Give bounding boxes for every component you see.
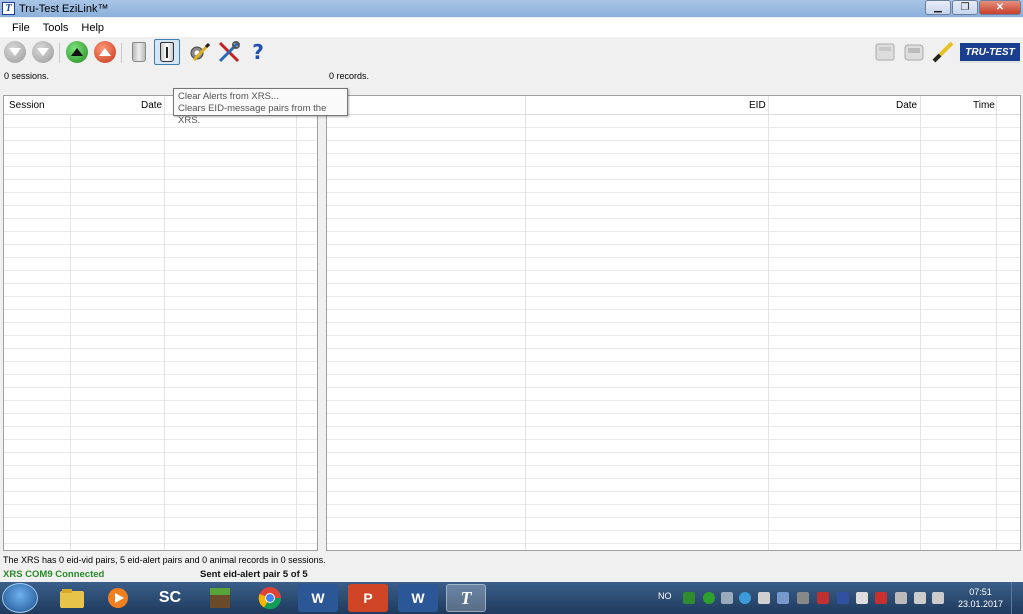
help-button[interactable]: ? <box>245 39 271 65</box>
tools-button[interactable] <box>216 39 242 65</box>
device-button-disabled[interactable] <box>872 39 898 65</box>
toolbar-separator <box>59 43 60 63</box>
folder-icon <box>60 589 84 608</box>
tooltip-title: Clear Alerts from XRS... <box>178 91 279 102</box>
arrow-down-circle-icon <box>32 41 54 63</box>
tray-icon[interactable] <box>932 592 944 604</box>
column-header-eid[interactable]: EID <box>749 100 766 111</box>
upload-button[interactable] <box>64 39 90 65</box>
network-icon[interactable] <box>895 592 907 604</box>
eid-reader-button[interactable] <box>930 39 956 65</box>
trash-icon <box>132 42 146 62</box>
volume-icon[interactable] <box>856 592 868 604</box>
minimize-button[interactable]: ▁ <box>925 0 951 15</box>
taskbar-explorer[interactable] <box>52 584 92 612</box>
arrow-down-circle-icon <box>4 41 26 63</box>
sessions-grid <box>4 115 317 550</box>
language-indicator[interactable]: NO <box>658 591 672 601</box>
window-title: Tru-Test EziLink™ <box>19 2 109 15</box>
media-player-icon <box>108 588 128 608</box>
tray-icon[interactable] <box>683 592 695 604</box>
window-controls: ▁ ❐ ✕ <box>924 0 1021 15</box>
tray-icon[interactable] <box>777 592 789 604</box>
tooltip: Clear Alerts from XRS... Clears EID-mess… <box>173 88 348 126</box>
flag-icon[interactable] <box>875 592 887 604</box>
maximize-button[interactable]: ❐ <box>952 0 978 15</box>
column-header-session[interactable]: Session <box>9 100 45 111</box>
records-count: 0 records. <box>329 71 370 81</box>
clock-time: 07:51 <box>969 587 992 597</box>
tray-icon[interactable] <box>837 592 849 604</box>
clock[interactable]: 07:51 23.01.2017 <box>958 586 1003 610</box>
tray-icon[interactable] <box>739 592 751 604</box>
start-button[interactable] <box>2 583 38 613</box>
menu-file[interactable]: File <box>6 22 36 34</box>
clear-alerts-button[interactable] <box>154 39 180 65</box>
arrow-up-circle-icon <box>66 41 88 63</box>
records-table[interactable]: EID Date Time <box>326 95 1021 551</box>
taskbar-chrome[interactable] <box>250 584 290 612</box>
status-summary: The XRS has 0 eid-vid pairs, 5 eid-alert… <box>3 555 326 565</box>
upload-alerts-button[interactable] <box>92 39 118 65</box>
taskbar-tru-test[interactable]: T <box>446 584 486 612</box>
title-bar: T Tru-Test EziLink™ ▁ ❐ ✕ <box>0 0 1023 17</box>
close-button[interactable]: ✕ <box>979 0 1021 15</box>
arrow-up-circle-icon <box>94 41 116 63</box>
taskbar-powerpoint[interactable]: P <box>348 584 388 612</box>
status-bar: XRS COM9 Connected Sent eid-alert pair 5… <box>0 567 1023 581</box>
tray-icon[interactable] <box>703 592 715 604</box>
delete-sessions-button[interactable] <box>126 39 152 65</box>
wand-reader-icon <box>932 41 954 63</box>
column-header-date[interactable]: Date <box>141 100 162 111</box>
menu-help[interactable]: Help <box>75 22 110 34</box>
chrome-icon <box>258 587 282 610</box>
app-icon: T <box>2 2 15 15</box>
device-icon <box>875 43 895 61</box>
show-desktop-button[interactable] <box>1011 582 1023 614</box>
download-all-button-disabled[interactable] <box>30 39 56 65</box>
download-button-disabled[interactable] <box>2 39 28 65</box>
menu-bar: File Tools Help <box>0 18 1023 37</box>
tray-icon[interactable] <box>797 592 809 604</box>
tray-icon[interactable] <box>758 592 770 604</box>
sessions-table[interactable]: Session Date <box>3 95 318 551</box>
taskbar-word-2[interactable]: W <box>398 584 438 612</box>
tools-icon <box>218 41 240 63</box>
column-header-date[interactable]: Date <box>896 100 917 111</box>
shield-icon[interactable] <box>817 592 829 604</box>
taskbar-sc[interactable]: SC <box>150 584 190 612</box>
toolbar-separator <box>121 43 122 63</box>
tray-icon[interactable] <box>721 592 733 604</box>
gear-wand-icon <box>190 42 211 62</box>
records-header: EID Date Time <box>327 96 1020 115</box>
taskbar: SC W P W T NO 07:51 23.01.2017 <box>0 582 1023 614</box>
transfer-status: Sent eid-alert pair 5 of 5 <box>200 569 308 580</box>
clock-date: 23.01.2017 <box>957 599 1003 609</box>
help-icon: ? <box>252 40 264 64</box>
column-header-time[interactable]: Time <box>973 100 995 111</box>
settings-button[interactable] <box>187 39 213 65</box>
scale-icon <box>904 44 924 61</box>
sessions-count: 0 sessions. <box>4 71 50 81</box>
connection-status: XRS COM9 Connected <box>3 569 105 580</box>
menu-tools[interactable]: Tools <box>37 22 75 34</box>
taskbar-word[interactable]: W <box>298 584 338 612</box>
taskbar-media-player[interactable] <box>98 584 138 612</box>
minecraft-icon <box>210 588 230 608</box>
trash-icon <box>160 42 174 62</box>
tru-test-logo: TRU-TEST <box>960 43 1020 63</box>
taskbar-minecraft[interactable] <box>200 584 240 612</box>
tray-icon[interactable] <box>914 592 926 604</box>
toolbar: ? TRU-TEST <box>0 37 1023 69</box>
tooltip-description: Clears EID-message pairs from the XRS. <box>178 103 327 126</box>
scale-button-disabled[interactable] <box>901 39 927 65</box>
records-grid <box>327 115 1020 550</box>
